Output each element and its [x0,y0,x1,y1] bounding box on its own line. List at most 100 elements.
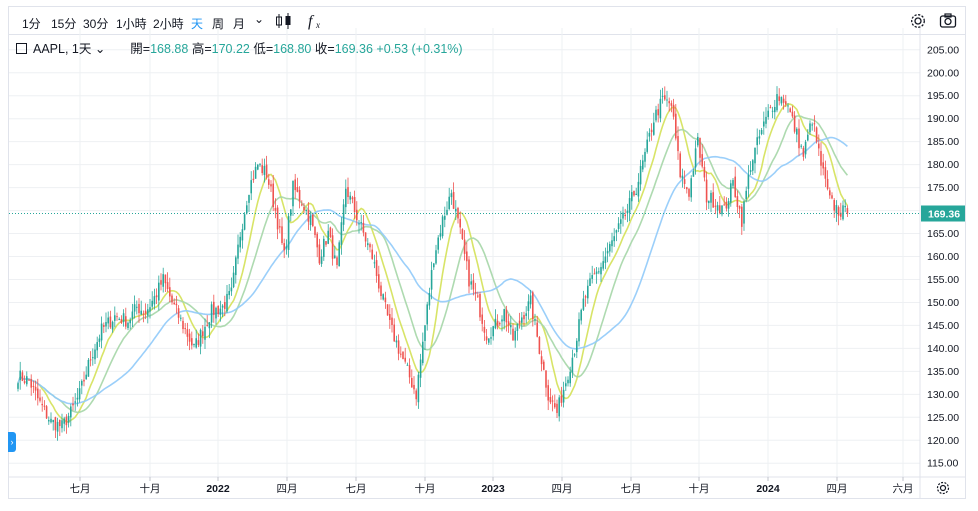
chart-legend: AAPL, 1天 ⌄ 開=168.88 高=170.22 低=168.80 收=… [16,38,463,57]
candle-body [309,215,312,226]
last-price-text: 169.36 [928,209,960,221]
candle-body [490,337,492,339]
candle-body [521,317,523,323]
candle-body [164,274,167,284]
candle-body [32,385,35,387]
time-tick-label: 七月 [346,483,367,495]
candle-body [842,205,844,220]
candle-body [573,354,576,356]
candle-body [265,164,268,178]
candle-body [494,318,497,329]
candle-body [622,212,624,219]
candle-body [686,187,688,190]
candle-body [545,370,547,388]
candle-body [219,308,222,315]
candle-body [822,162,824,169]
candle-body [279,226,281,228]
candle-body [496,320,499,327]
candle-body [782,98,785,103]
candle-body [230,287,233,292]
candle-body [301,204,303,206]
candle-body [87,359,90,377]
candle-body [217,306,219,315]
candle-body [195,338,197,348]
candle-body [804,141,807,155]
candle-body [639,165,642,185]
candle-body [600,267,602,275]
candle-body [578,319,580,342]
candle-body [173,302,175,305]
time-tick-label: 十月 [415,482,436,495]
candle-body [672,104,675,117]
time-tick-label: 四月 [552,483,573,495]
candle-body [745,190,747,200]
candle-body [483,326,486,333]
candle-body [182,320,184,330]
candle-body [94,349,96,360]
legend-expand-icon[interactable] [16,43,27,54]
candle-body [606,250,609,254]
candle-body [52,419,54,423]
price-axis[interactable]: 115.00 120.00 125.00 130.00 135.00 140.00 145.… [919,28,959,498]
candle-body [186,329,189,337]
price-chart[interactable]: 115.00 120.00 125.00 130.00 135.00 140.00 145.… [0,0,978,511]
candle-body [50,418,52,423]
price-tick-label: 185.00 [927,136,959,148]
candle-body [437,237,439,250]
candle-body [268,179,270,185]
candle-body [615,230,618,233]
candle-body [631,192,633,202]
candle-body [78,388,81,400]
candle-body [338,242,340,267]
candle-body [116,316,118,318]
candle-body [560,395,563,403]
legend-symbol[interactable]: AAPL, 1天 [33,42,91,56]
candle-body [679,153,681,178]
candle-body [690,178,692,198]
candle-body [127,322,129,329]
candle-body [694,148,697,168]
candle-body [488,338,490,343]
scroll-left-handle[interactable]: › [8,432,16,452]
candle-body [237,244,239,259]
candle-body [305,209,307,212]
candle-body [169,287,171,297]
candle-body [411,378,413,388]
candle-body [114,315,116,321]
candle-body [364,232,367,242]
time-tick-label: 2024 [756,483,780,495]
candle-body [261,165,263,174]
legend-chevron-icon[interactable]: ⌄ [91,42,108,56]
time-axis[interactable]: 七月 十月 2022 四月 七月 十月 2023 四月 七月 十月 2024 四月 六月 [9,476,966,495]
candle-body [129,319,131,324]
candle-body [470,281,472,285]
candle-body [320,256,323,264]
candle-body [45,406,48,419]
legend-high-value: 170.22 [211,42,250,56]
candle-body [589,278,591,286]
time-axis-settings-icon[interactable] [936,481,950,495]
candle-body [510,325,512,328]
candle-body [26,376,28,385]
candle-body [136,306,138,308]
candle-body [70,406,72,418]
candle-body [111,321,114,330]
candle-body [617,223,620,229]
candle-body [527,301,530,311]
candle-body [138,303,140,314]
legend-close-value: 169.36 [334,42,373,56]
candle-body [727,201,730,209]
candle-body [661,95,664,97]
candle-body [404,357,406,362]
candle-body [144,310,147,314]
candle-body [628,198,631,213]
candle-body [120,319,123,324]
candle-body [83,379,85,382]
candle-body [345,188,347,208]
candle-body [197,340,200,345]
candle-body [39,397,41,401]
candle-body [620,219,622,224]
candle-body [347,187,349,198]
price-tick-label: 115.00 [927,458,958,470]
candle-body [721,205,723,215]
